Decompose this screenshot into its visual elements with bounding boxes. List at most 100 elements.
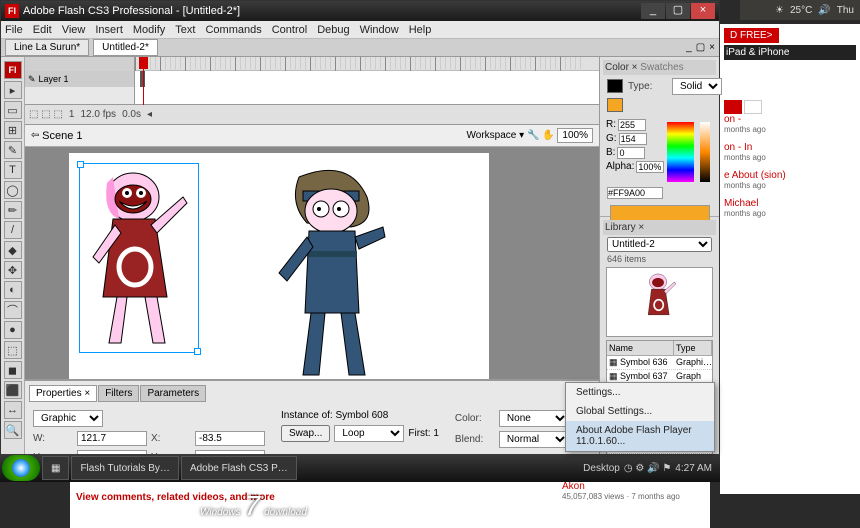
r-input[interactable] bbox=[618, 119, 646, 131]
titlebar[interactable]: Fl Adobe Flash CS3 Professional - [Untit… bbox=[1, 1, 719, 21]
symbol-edit-icon[interactable]: 🔧 bbox=[527, 130, 539, 141]
menu-debug[interactable]: Debug bbox=[317, 24, 349, 36]
tool-12[interactable]: ⌒ bbox=[4, 301, 22, 319]
tool-17[interactable]: ↔ bbox=[4, 401, 22, 419]
yt-related[interactable]: Michaelmonths ago bbox=[724, 198, 856, 218]
day: Thu bbox=[837, 5, 854, 16]
character-2[interactable] bbox=[259, 163, 399, 379]
menu-window[interactable]: Window bbox=[360, 24, 399, 36]
yt-sub: iPad & iPhone bbox=[724, 45, 856, 60]
prop-tab[interactable]: Filters bbox=[98, 385, 139, 402]
layer-row[interactable]: ✎ Layer 1 bbox=[25, 71, 134, 87]
g-input[interactable] bbox=[619, 133, 647, 145]
swap-button[interactable]: Swap... bbox=[281, 425, 330, 442]
b-input[interactable] bbox=[617, 147, 645, 159]
timeline-frames[interactable] bbox=[135, 57, 599, 104]
menu-edit[interactable]: Edit bbox=[33, 24, 52, 36]
character-1[interactable] bbox=[83, 167, 195, 349]
tool-8[interactable]: / bbox=[4, 221, 22, 239]
tool-1[interactable]: ▸ bbox=[4, 81, 22, 99]
color-type-select[interactable]: Solid bbox=[672, 78, 722, 95]
library-doc-select[interactable]: Untitled-2 bbox=[607, 237, 712, 252]
doc-close-icon[interactable]: × bbox=[709, 42, 715, 53]
context-item[interactable]: Settings... bbox=[566, 383, 714, 402]
layer-name: Layer 1 bbox=[39, 74, 69, 84]
doc-min-icon[interactable]: _ bbox=[686, 42, 692, 53]
taskbar-item[interactable]: Flash Tutorials By… bbox=[71, 456, 178, 480]
hand-icon[interactable]: ✋ bbox=[542, 130, 554, 141]
zoom-select[interactable]: 100% bbox=[557, 128, 593, 143]
playhead[interactable] bbox=[143, 57, 144, 105]
doc-tab[interactable]: Line La Surun* bbox=[5, 39, 89, 56]
maximize-button[interactable]: ▢ bbox=[666, 3, 690, 19]
tool-7[interactable]: ✏ bbox=[4, 201, 22, 219]
tool-15[interactable]: ◼ bbox=[4, 361, 22, 379]
menu-modify[interactable]: Modify bbox=[133, 24, 165, 36]
tool-18[interactable]: 🔍 bbox=[4, 421, 22, 439]
menu-insert[interactable]: Insert bbox=[95, 24, 123, 36]
tool-6[interactable]: ◯ bbox=[4, 181, 22, 199]
library-item[interactable]: ▦ Symbol 636Graphi… bbox=[607, 356, 712, 370]
timeline-panel[interactable]: ✎ Layer 1 bbox=[25, 57, 599, 105]
tray-icons[interactable]: ◷ ⚙ 🔊 ⚑ bbox=[624, 463, 671, 474]
windows-taskbar[interactable]: ▦ Flash Tutorials By…Adobe Flash CS3 P… … bbox=[0, 454, 720, 482]
tool-9[interactable]: ◆ bbox=[4, 241, 22, 259]
sat-picker[interactable] bbox=[700, 122, 710, 182]
tool-4[interactable]: ✎ bbox=[4, 141, 22, 159]
menubar: File Edit View Insert Modify Text Commands Cont… bbox=[1, 21, 719, 39]
system-tray[interactable]: Desktop ◷ ⚙ 🔊 ⚑ 4:27 AM bbox=[577, 463, 718, 474]
alpha-input[interactable] bbox=[636, 161, 664, 173]
yt-related[interactable]: e About (sion)months ago bbox=[724, 170, 856, 190]
close-button[interactable]: × bbox=[691, 3, 715, 19]
context-item[interactable]: About Adobe Flash Player 11.0.1.60... bbox=[566, 421, 714, 451]
tool-11[interactable]: ◐ bbox=[4, 281, 22, 299]
ubuntu-top-bar: ☀ 25°C 🔊 Thu bbox=[740, 0, 860, 20]
stage[interactable] bbox=[69, 153, 489, 379]
app-icon: Fl bbox=[5, 4, 19, 18]
start-button[interactable] bbox=[2, 455, 40, 481]
context-item[interactable]: Global Settings... bbox=[566, 402, 714, 421]
tool-3[interactable]: ⊞ bbox=[4, 121, 22, 139]
menu-commands[interactable]: Commands bbox=[205, 24, 261, 36]
tool-10[interactable]: ✥ bbox=[4, 261, 22, 279]
color-select[interactable]: None bbox=[499, 410, 569, 427]
tool-13[interactable]: ● bbox=[4, 321, 22, 339]
doc-tab[interactable]: Untitled-2* bbox=[93, 39, 158, 56]
stroke-swatch[interactable] bbox=[607, 79, 623, 93]
stage-area[interactable] bbox=[25, 147, 599, 379]
minimize-button[interactable]: _ bbox=[641, 3, 665, 19]
hue-picker[interactable] bbox=[667, 122, 693, 182]
blend-select[interactable]: Normal bbox=[499, 431, 569, 448]
flash-context-menu[interactable]: Settings...Global Settings...About Adobe… bbox=[565, 382, 715, 452]
width-input[interactable] bbox=[77, 431, 147, 446]
tool-0[interactable]: Fl bbox=[4, 61, 22, 79]
quick-launch[interactable]: ▦ bbox=[42, 456, 69, 480]
menu-control[interactable]: Control bbox=[272, 24, 307, 36]
prop-tab[interactable]: Parameters bbox=[140, 385, 206, 402]
instance-type-select[interactable]: Graphic bbox=[33, 410, 103, 427]
desktop-button[interactable]: Desktop bbox=[583, 463, 620, 474]
yt-related[interactable]: on - Inmonths ago bbox=[724, 142, 856, 162]
pencil-icon: ✎ bbox=[28, 74, 36, 85]
instance-label: Instance of: Symbol 608 bbox=[281, 410, 388, 421]
tool-16[interactable]: ⬛ bbox=[4, 381, 22, 399]
tool-14[interactable]: ⬚ bbox=[4, 341, 22, 359]
scene-label[interactable]: Scene 1 bbox=[42, 130, 82, 142]
yt-related[interactable]: on -months ago bbox=[724, 114, 856, 134]
fill-swatch[interactable] bbox=[607, 98, 623, 112]
scene-bar: ⇦ Scene 1 Workspace ▾ 🔧 ✋ 100% bbox=[25, 125, 599, 147]
tool-5[interactable]: T bbox=[4, 161, 22, 179]
back-icon[interactable]: ⇦ bbox=[31, 130, 39, 141]
workspace-menu[interactable]: Workspace ▾ bbox=[467, 130, 525, 141]
taskbar-item[interactable]: Adobe Flash CS3 P… bbox=[181, 456, 297, 480]
menu-help[interactable]: Help bbox=[409, 24, 432, 36]
doc-max-icon[interactable]: ▢ bbox=[696, 42, 705, 53]
menu-text[interactable]: Text bbox=[175, 24, 195, 36]
hex-input[interactable] bbox=[607, 187, 663, 199]
menu-view[interactable]: View bbox=[62, 24, 86, 36]
tool-2[interactable]: ▭ bbox=[4, 101, 22, 119]
prop-tab[interactable]: Properties × bbox=[29, 385, 97, 402]
x-input[interactable] bbox=[195, 431, 265, 446]
loop-select[interactable]: Loop bbox=[334, 425, 404, 442]
menu-file[interactable]: File bbox=[5, 24, 23, 36]
